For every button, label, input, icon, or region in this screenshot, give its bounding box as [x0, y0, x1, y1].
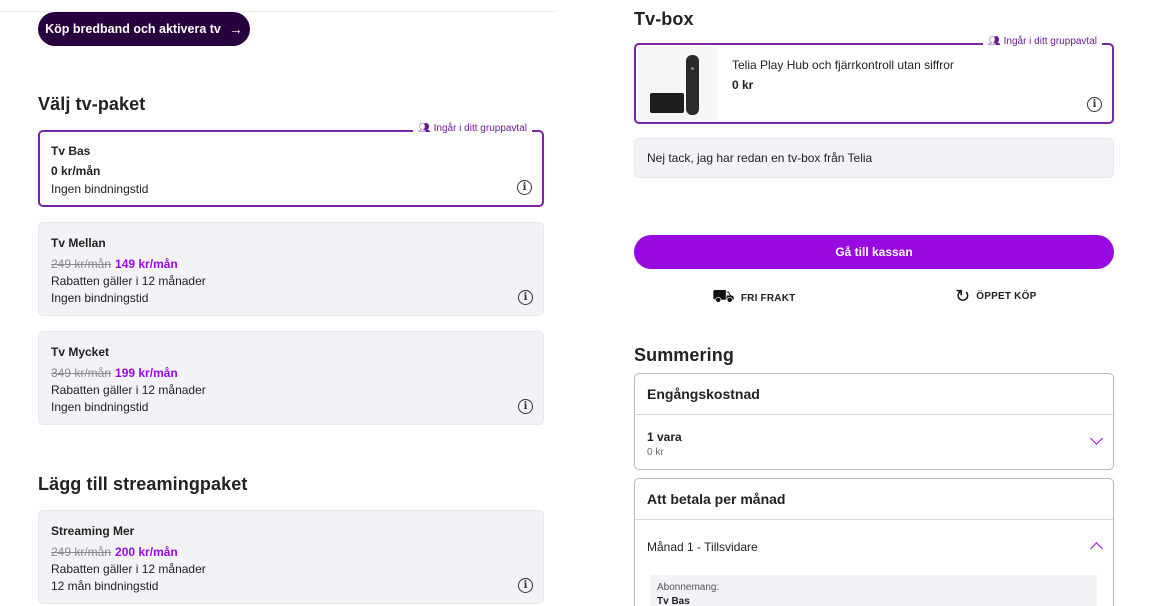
badge-label: Ingår i ditt gruppavtal [433, 123, 527, 134]
package-discount-info: Rabatten gäller i 12 månader [51, 274, 206, 288]
subscription-block: Abonnemang: Tv Bas [651, 575, 1097, 606]
return-arrow-icon: ↻ [955, 286, 971, 306]
info-icon[interactable]: i [518, 399, 533, 414]
package-name: Tv Bas [51, 144, 91, 158]
package-binding: Ingen bindningstid [51, 182, 149, 196]
package-binding: Ingen bindningstid [51, 291, 149, 305]
info-icon[interactable]: i [1087, 97, 1102, 112]
one-time-cost-box: Engångskostnad 1 vara 0 kr [634, 373, 1114, 470]
streaming-title: Lägg till streamingpaket [38, 474, 248, 494]
package-new-price: 199 kr/mån [115, 366, 178, 380]
remote-control [686, 55, 699, 115]
chevron-up-icon[interactable] [1090, 542, 1103, 555]
product-image [638, 47, 717, 120]
package-binding: 12 mån bindningstid [51, 579, 159, 593]
tv-package-card-mycket[interactable]: Tv Mycket 349 kr/mån 199 kr/mån Rabatten … [38, 331, 544, 425]
tv-package-card-bas[interactable]: 👥︎ Ingår i ditt gruppavtal Tv Bas 0 kr/m… [38, 123, 544, 207]
truck-icon: ⛟ [712, 286, 735, 306]
tv-package-card-mellan[interactable]: Tv Mellan 249 kr/mån 149 kr/mån Rabatten … [38, 222, 544, 316]
subscription-value: Tv Bas [657, 596, 690, 606]
tvbox-title: Tv-box [634, 9, 694, 29]
package-old-price: 249 kr/mån [51, 257, 112, 271]
info-icon[interactable]: i [518, 290, 533, 305]
arrow-right-icon: → [228, 21, 243, 37]
package-discount-info: Rabatten gäller i 12 månader [51, 383, 206, 397]
group-icon: 👥︎ [987, 36, 1001, 47]
tv-package-title: Välj tv-paket [38, 94, 146, 114]
tv-box-device [650, 93, 684, 113]
package-name: Tv Mycket [51, 345, 110, 359]
package-binding: Ingen bindningstid [51, 400, 149, 414]
package-discount-info: Rabatten gäller i 12 månader [51, 562, 206, 576]
package-price: 0 kr/mån [51, 164, 101, 178]
info-icon[interactable]: i [517, 180, 532, 195]
package-new-price: 200 kr/mån [115, 545, 178, 559]
tvbox-card[interactable]: 👥︎ Ingår i ditt gruppavtal Telia Play Hu… [634, 36, 1114, 124]
buy-broadband-label: Köp bredband och aktivera tv [45, 22, 221, 36]
free-shipping-perk: ⛟ FRI FRAKT [712, 286, 795, 310]
info-icon[interactable]: i [518, 578, 533, 593]
subscription-label: Abonnemang: [657, 582, 720, 593]
items-total: 0 kr [647, 447, 664, 458]
free-shipping-label: FRI FRAKT [740, 292, 796, 304]
buy-broadband-button[interactable]: Köp bredband och aktivera tv → [38, 12, 250, 46]
monthly-cost-heading: Att betala per månad [635, 479, 1113, 520]
package-name: Tv Mellan [51, 236, 106, 250]
items-count: 1 vara [647, 430, 682, 444]
package-old-price: 249 kr/mån [51, 545, 112, 559]
package-new-price: 149 kr/mån [115, 257, 178, 271]
open-purchase-perk: ↻ ÖPPET KÖP [955, 286, 1036, 307]
open-purchase-label: ÖPPET KÖP [976, 291, 1037, 302]
product-price: 0 kr [732, 78, 754, 92]
group-icon: 👥︎ [417, 123, 431, 134]
package-name: Streaming Mer [51, 524, 135, 538]
monthly-cost-box: Att betala per månad Månad 1 - Tillsvida… [634, 478, 1114, 606]
monthly-period-row[interactable]: Månad 1 - Tillsvidare [635, 520, 1113, 574]
checkout-button[interactable]: Gå till kassan [634, 235, 1114, 269]
badge-label: Ingår i ditt gruppavtal [1003, 36, 1097, 47]
period-label: Månad 1 - Tillsvidare [647, 540, 758, 554]
one-time-cost-heading: Engångskostnad [635, 374, 1113, 415]
one-time-items-row[interactable]: 1 vara 0 kr [635, 415, 1113, 469]
summary-title: Summering [634, 345, 734, 365]
group-agreement-badge: 👥︎ Ingår i ditt gruppavtal [412, 123, 532, 134]
group-agreement-badge: 👥︎ Ingår i ditt gruppavtal [982, 36, 1102, 47]
streaming-card-mer[interactable]: Streaming Mer 249 kr/mån 200 kr/mån Rabat… [38, 510, 544, 604]
package-old-price: 349 kr/mån [51, 366, 112, 380]
product-name: Telia Play Hub och fjärrkontroll utan si… [732, 58, 954, 72]
no-tvbox-option[interactable]: Nej tack, jag har redan en tv-box från T… [634, 138, 1114, 178]
